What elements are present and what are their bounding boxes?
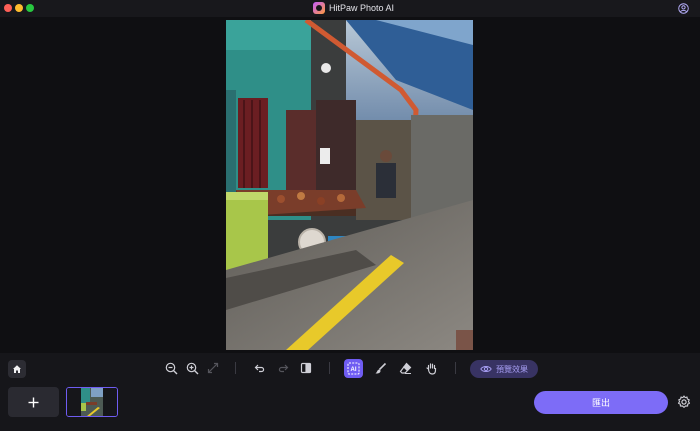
plus-icon: [28, 397, 39, 407]
street-market-photo[interactable]: [226, 20, 473, 350]
hand-icon: [425, 362, 436, 375]
svg-text:AI: AI: [351, 367, 357, 373]
redo-icon: [278, 364, 289, 373]
home-button[interactable]: [8, 360, 26, 378]
zoom-out-icon: [165, 362, 177, 374]
app-logo-icon: [313, 2, 325, 14]
eye-icon: [480, 365, 492, 373]
add-image-button[interactable]: [8, 387, 59, 417]
brush-icon: [375, 362, 386, 374]
editing-toolbar: AI 預覽效果: [0, 353, 700, 383]
eraser-button[interactable]: [398, 361, 412, 375]
eraser-icon: [399, 362, 411, 374]
maximize-window-button[interactable]: [26, 4, 34, 12]
compare-button[interactable]: [299, 361, 313, 375]
app-title: HitPaw Photo AI: [329, 3, 395, 13]
toolbar-divider: [455, 362, 456, 374]
account-icon[interactable]: [678, 3, 689, 14]
export-button[interactable]: 匯出: [534, 391, 668, 414]
image-thumbnail[interactable]: [66, 387, 118, 417]
ai-select-button[interactable]: AI: [344, 359, 363, 378]
bottom-bar: 匯出: [0, 383, 700, 431]
ai-select-icon: AI: [347, 362, 360, 375]
toolbar-divider: [329, 362, 330, 374]
toolbar-divider: [235, 362, 236, 374]
settings-gear-icon[interactable]: [677, 395, 691, 409]
image-canvas[interactable]: [0, 17, 700, 353]
close-window-button[interactable]: [4, 4, 12, 12]
undo-icon: [254, 364, 265, 373]
fit-screen-button[interactable]: [206, 361, 220, 375]
preview-effect-button[interactable]: 預覽效果: [470, 360, 538, 378]
zoom-in-button[interactable]: [185, 361, 199, 375]
undo-button[interactable]: [253, 361, 267, 375]
compare-icon: [300, 362, 312, 374]
preview-effect-label: 預覽效果: [496, 364, 528, 374]
zoom-in-icon: [186, 362, 198, 374]
home-icon: [13, 365, 21, 373]
zoom-out-button[interactable]: [164, 361, 178, 375]
brush-button[interactable]: [373, 361, 387, 375]
title-bar: HitPaw Photo AI: [0, 0, 700, 17]
hand-tool-button[interactable]: [424, 361, 438, 375]
redo-button[interactable]: [276, 361, 290, 375]
minimize-window-button[interactable]: [15, 4, 23, 12]
fit-screen-icon: [207, 362, 219, 374]
